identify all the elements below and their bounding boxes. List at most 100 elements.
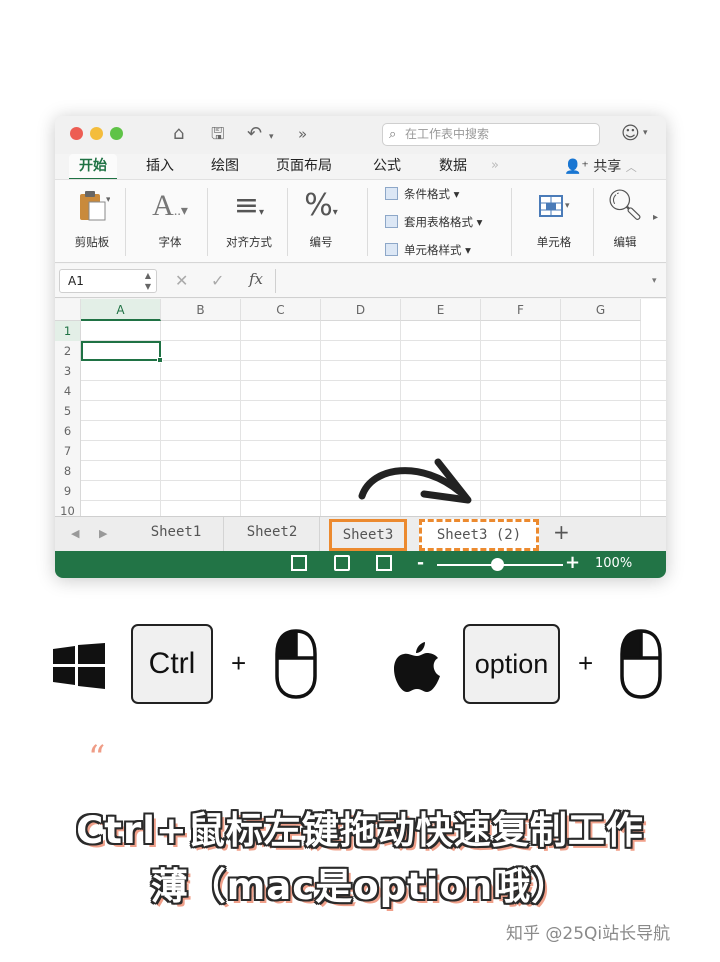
zoom-slider-handle[interactable] xyxy=(491,558,504,571)
font-icon: A..▾ xyxy=(152,189,188,222)
undo-icon[interactable]: ↶ xyxy=(247,122,262,146)
row-header-8[interactable]: 8 xyxy=(55,461,81,481)
number-group[interactable]: %▾ 编号 xyxy=(291,180,351,264)
conditional-format-button[interactable]: 条件格式 ▾ xyxy=(385,186,459,202)
feedback-dropdown-icon[interactable]: ▾ xyxy=(643,128,648,138)
row-header-1[interactable]: 1 xyxy=(55,321,81,341)
enter-check-icon[interactable]: ✓ xyxy=(211,271,224,291)
prev-sheet-icon[interactable]: ◀ xyxy=(71,527,79,540)
name-box[interactable]: A1 ▲ ▼ xyxy=(59,269,157,293)
number-label: 编号 xyxy=(309,235,333,249)
row-header-5[interactable]: 5 xyxy=(55,401,81,421)
row-header-6[interactable]: 6 xyxy=(55,421,81,441)
share-button[interactable]: 👤⁺ 共享 ︿ xyxy=(564,155,637,180)
drag-arrow-icon xyxy=(358,458,472,504)
column-header-e[interactable]: E xyxy=(401,299,481,321)
column-header-d[interactable]: D xyxy=(321,299,401,321)
cell-styles-icon xyxy=(385,243,398,256)
page-layout-view-icon[interactable] xyxy=(334,555,350,571)
search-input[interactable]: ⌕ 在工作表中搜索 xyxy=(382,123,600,146)
undo-dropdown-icon[interactable]: ▾ xyxy=(269,125,274,149)
zoom-window-button[interactable] xyxy=(110,127,123,140)
svg-text:▾: ▾ xyxy=(106,195,110,205)
tab-draw[interactable]: 绘图 xyxy=(211,154,239,180)
paste-label: 剪贴板 xyxy=(74,235,110,249)
name-box-value: A1 xyxy=(68,274,84,288)
zoom-in-button[interactable]: + xyxy=(565,552,580,573)
svg-text:▾: ▾ xyxy=(565,201,570,211)
ribbon-divider xyxy=(511,188,512,256)
row-header-7[interactable]: 7 xyxy=(55,441,81,461)
tab-page-layout[interactable]: 页面布局 xyxy=(276,154,332,180)
share-label: 共享 xyxy=(593,159,622,175)
minimize-window-button[interactable] xyxy=(90,127,103,140)
editing-label: 编辑 xyxy=(613,235,637,249)
editing-group[interactable]: 🔍︎ 编辑 xyxy=(599,180,651,264)
gridline xyxy=(81,440,666,441)
add-person-icon: 👤⁺ xyxy=(564,159,589,175)
cell-styles-button[interactable]: 单元格样式 ▾ xyxy=(385,242,471,258)
more-tabs-icon[interactable]: » xyxy=(491,154,499,180)
next-sheet-icon[interactable]: ▶ xyxy=(99,527,107,540)
close-window-button[interactable] xyxy=(70,127,83,140)
expand-formula-bar-icon[interactable]: ▾ xyxy=(652,276,657,286)
sheet-tab-3[interactable]: Sheet3 xyxy=(329,519,407,551)
sheet-tab-2[interactable]: Sheet2 xyxy=(225,517,320,551)
gridline xyxy=(81,340,666,341)
tab-data[interactable]: 数据 xyxy=(439,154,467,180)
zoom-out-button[interactable]: - xyxy=(417,553,424,573)
font-group[interactable]: A..▾ 字体 xyxy=(135,180,205,264)
row-header-9[interactable]: 9 xyxy=(55,481,81,501)
gridline xyxy=(320,321,321,516)
status-bar: - + 100% xyxy=(55,551,666,578)
ribbon-scroll-right-icon[interactable]: ▸ xyxy=(653,212,658,223)
ribbon-divider xyxy=(593,188,594,256)
option-key: option xyxy=(463,624,560,704)
save-icon[interactable]: 🖫 xyxy=(211,122,225,146)
ribbon-divider xyxy=(287,188,288,256)
fill-handle[interactable] xyxy=(157,357,163,363)
cells-icon: ▾ xyxy=(517,188,591,224)
percent-icon: %▾ xyxy=(304,188,338,223)
collapse-ribbon-icon: ︿ xyxy=(625,161,637,174)
column-header-c[interactable]: C xyxy=(241,299,321,321)
align-icon: ≡▾ xyxy=(233,188,265,223)
home-icon[interactable]: ⌂ xyxy=(173,122,184,146)
add-sheet-button[interactable]: + xyxy=(553,520,570,544)
column-header-a[interactable]: A xyxy=(81,299,161,321)
insert-function-button[interactable]: fx xyxy=(249,270,263,288)
plus-sign: + xyxy=(578,648,594,678)
paste-group[interactable]: ▾ 剪贴板 xyxy=(61,180,123,264)
tab-home[interactable]: 开始 xyxy=(69,154,117,180)
active-cell-a1[interactable] xyxy=(81,341,163,363)
more-tools-icon[interactable]: » xyxy=(298,122,307,146)
column-header-f[interactable]: F xyxy=(481,299,561,321)
zoom-level: 100% xyxy=(595,556,633,571)
windows-logo-icon xyxy=(53,643,105,689)
left-mouse-button-icon xyxy=(620,629,662,699)
quote-mark: “ xyxy=(88,738,106,778)
tab-insert[interactable]: 插入 xyxy=(146,154,174,180)
row-header-2[interactable]: 2 xyxy=(55,341,81,361)
sheet-tab-1[interactable]: Sheet1 xyxy=(129,517,224,551)
page-break-view-icon[interactable] xyxy=(376,555,392,571)
cells-group[interactable]: ▾ 单元格 xyxy=(517,180,591,264)
cell-styles-label: 单元格样式 xyxy=(404,243,462,257)
formula-input[interactable] xyxy=(275,269,650,293)
column-header-b[interactable]: B xyxy=(161,299,241,321)
alignment-group[interactable]: ≡▾ 对齐方式 xyxy=(213,180,285,264)
row-header-10[interactable]: 10 xyxy=(55,501,81,516)
normal-view-icon[interactable] xyxy=(291,555,307,571)
gridline xyxy=(240,321,241,516)
row-header-3[interactable]: 3 xyxy=(55,361,81,381)
select-all-corner[interactable] xyxy=(55,299,81,321)
feedback-smiley-icon[interactable]: ☺ xyxy=(621,124,640,144)
sheet-tab-bar: ◀ ▶ Sheet1 Sheet2 Sheet3 Sheet3 (2) + xyxy=(55,516,666,551)
column-header-g[interactable]: G xyxy=(561,299,641,321)
format-as-table-button[interactable]: 套用表格格式 ▾ xyxy=(385,214,482,230)
name-box-stepper-icon[interactable]: ▲ ▼ xyxy=(145,270,151,292)
sheet-tab-3-copy[interactable]: Sheet3 (2) xyxy=(419,519,539,551)
cancel-icon[interactable]: ✕ xyxy=(175,271,188,291)
tab-formulas[interactable]: 公式 xyxy=(373,154,401,180)
row-header-4[interactable]: 4 xyxy=(55,381,81,401)
